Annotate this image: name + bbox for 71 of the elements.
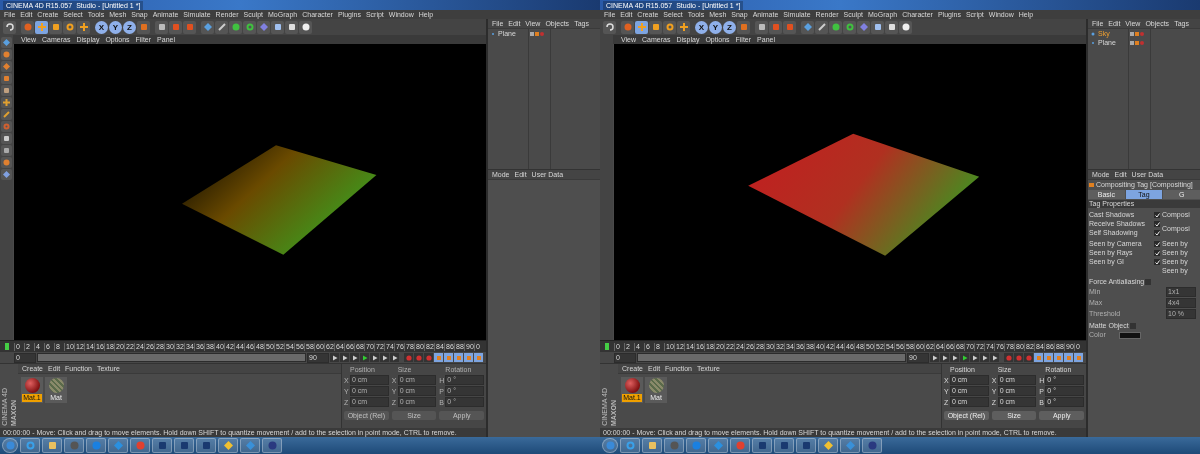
app-tile-icon <box>200 440 212 451</box>
checkbox[interactable] <box>1154 250 1161 256</box>
taskbar-button[interactable] <box>774 438 794 453</box>
tool-button[interactable] <box>815 20 828 34</box>
taskbar-button[interactable] <box>20 438 40 453</box>
checkbox[interactable] <box>1154 259 1161 265</box>
axis-button[interactable]: Y <box>709 20 722 34</box>
axis-button[interactable]: Z <box>123 20 136 34</box>
tool-button[interactable] <box>3 20 16 34</box>
color-swatch[interactable] <box>1118 331 1141 339</box>
taskbar-button[interactable] <box>730 438 750 453</box>
checkbox[interactable] <box>1129 323 1136 329</box>
taskbar-button[interactable] <box>42 438 62 453</box>
taskbar-button[interactable] <box>620 438 640 453</box>
app-tile-icon <box>178 440 190 451</box>
tool-button[interactable] <box>215 20 228 34</box>
taskbar-button[interactable] <box>64 438 84 453</box>
taskbar-button[interactable] <box>862 438 882 453</box>
record-button[interactable] <box>424 353 433 362</box>
undo-icon <box>604 22 615 32</box>
axis-button[interactable]: Y <box>109 20 122 34</box>
checkbox[interactable] <box>1154 241 1161 247</box>
taskbar-button[interactable] <box>686 438 706 453</box>
taskbar-button[interactable] <box>840 438 860 453</box>
range-slider[interactable] <box>638 354 905 361</box>
checkbox[interactable] <box>1154 212 1161 218</box>
taskbar-button[interactable] <box>152 438 172 453</box>
taskbar-button[interactable] <box>796 438 816 453</box>
taskbar-button[interactable] <box>86 438 106 453</box>
undo-icon <box>4 22 15 32</box>
checkbox[interactable] <box>1145 279 1152 285</box>
axis-button[interactable]: Z <box>723 20 736 34</box>
taskbar-button[interactable] <box>240 438 260 453</box>
viewport[interactable] <box>14 44 486 340</box>
record-button[interactable] <box>1024 353 1033 362</box>
checkbox[interactable] <box>1154 230 1161 236</box>
taskbar-button[interactable] <box>196 438 216 453</box>
tag-icons <box>530 30 544 37</box>
taskbar-button[interactable] <box>752 438 772 453</box>
record-button[interactable] <box>414 353 423 362</box>
app-tile-icon <box>156 440 168 451</box>
taskbar-button[interactable] <box>818 438 838 453</box>
tag-icons <box>1130 30 1144 37</box>
range-slider[interactable] <box>38 354 305 361</box>
app-tile-icon <box>756 440 768 451</box>
plus-icon <box>678 22 689 32</box>
record-button[interactable] <box>1004 353 1013 362</box>
app-tile-icon <box>800 440 812 451</box>
tool-button[interactable] <box>77 20 90 34</box>
taskbar-button[interactable] <box>174 438 194 453</box>
tag-icons <box>1130 39 1144 46</box>
axis-button[interactable]: X <box>95 20 108 34</box>
taskbar-button[interactable] <box>130 438 150 453</box>
tag-icon <box>1089 183 1094 187</box>
checkbox[interactable] <box>1154 221 1161 227</box>
viewport[interactable] <box>614 44 1086 340</box>
axis-button[interactable]: X <box>695 20 708 34</box>
pen-icon <box>816 22 827 32</box>
tool-button[interactable] <box>677 20 690 34</box>
record-button[interactable] <box>1014 353 1023 362</box>
taskbar-button[interactable] <box>664 438 684 453</box>
taskbar-button[interactable] <box>108 438 128 453</box>
taskbar-button[interactable] <box>218 438 238 453</box>
taskbar-button[interactable] <box>262 438 282 453</box>
taskbar-button[interactable] <box>708 438 728 453</box>
taskbar-button[interactable] <box>642 438 662 453</box>
plus-icon <box>78 22 89 32</box>
tool-button[interactable] <box>603 20 616 34</box>
record-button[interactable] <box>404 353 413 362</box>
pen-icon <box>216 22 227 32</box>
app-tile-icon <box>778 440 790 451</box>
